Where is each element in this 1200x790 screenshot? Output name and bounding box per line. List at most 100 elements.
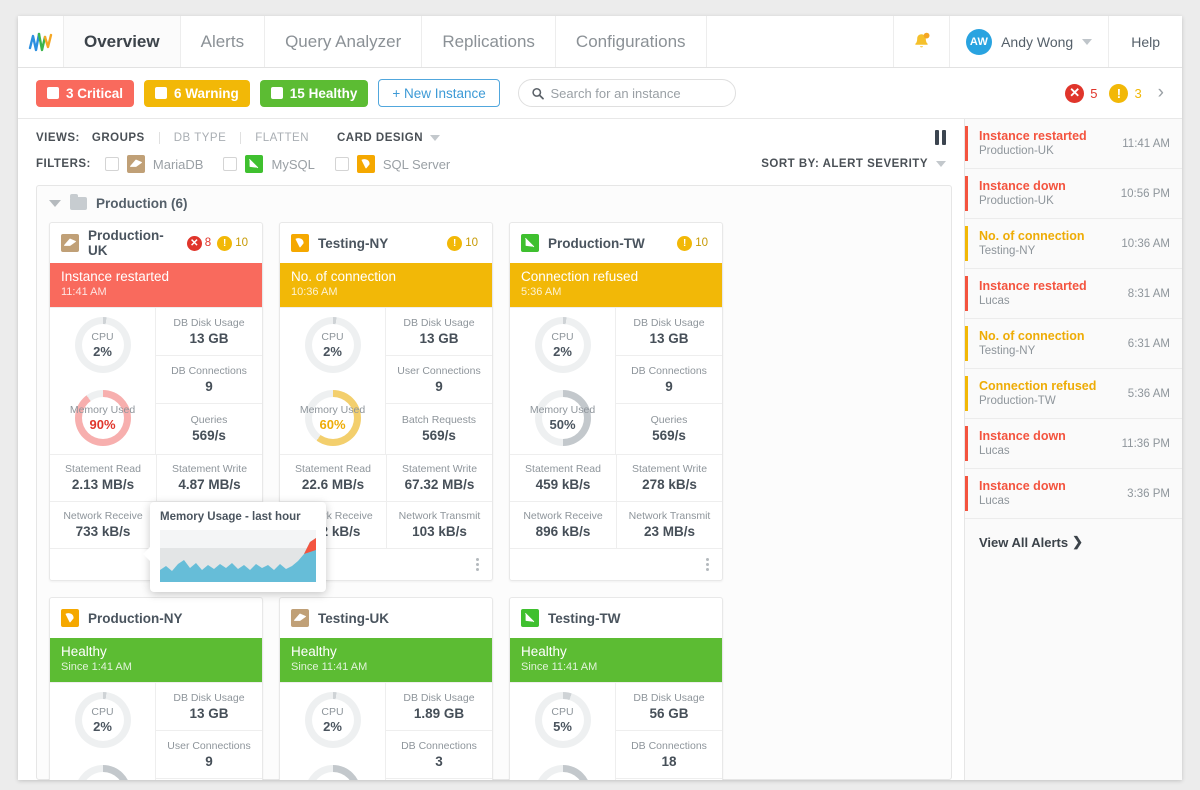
pill-checkbox[interactable] <box>47 87 59 99</box>
badge-count: 8 <box>205 237 211 249</box>
alert-item[interactable]: Connection refusedProduction-TW5:36 AM <box>965 369 1182 419</box>
filter-mysql[interactable]: MySQL <box>223 155 314 173</box>
alert-item[interactable]: Instance downProduction-UK10:56 PM <box>965 169 1182 219</box>
status-pill-healthy[interactable]: 15 Healthy <box>260 80 369 107</box>
views-item-db-type[interactable]: DB TYPE <box>160 132 242 144</box>
instance-card[interactable]: Production-TW!10Connection refused5:36 A… <box>509 222 723 581</box>
warning-badge-icon: ! <box>447 236 462 251</box>
kpi-value: 9 <box>435 378 443 395</box>
nav-tab-configurations[interactable]: Configurations <box>556 16 707 67</box>
card-metrics: CPU2%Memory Used60%DB Disk Usage13 GBUse… <box>280 307 492 454</box>
filters-row: FILTERS: MariaDBMySQLSQL Server SORT BY:… <box>18 145 964 185</box>
filter-maria[interactable]: MariaDB <box>105 155 204 173</box>
kpi-value: 13 GB <box>189 705 228 722</box>
metric-label: Statement Read <box>510 462 616 476</box>
card-status-banner[interactable]: Instance restarted11:41 AM <box>50 263 262 307</box>
kpi-label: DB Connections <box>171 364 247 378</box>
card-metrics: CPU2%Memory UsedDB Disk Usage1.89 GBDB C… <box>280 682 492 780</box>
nav-tab-label: Overview <box>84 32 160 52</box>
card-badges: !10 <box>447 236 481 251</box>
alert-time: 5:36 AM <box>1122 388 1170 400</box>
status-title: Connection refused <box>521 269 711 285</box>
card-status-banner[interactable]: No. of connection10:36 AM <box>280 263 492 307</box>
cards-scroll-area[interactable]: Production (6) Production-UK✕8!10Instanc… <box>18 185 964 780</box>
kpi-column: DB Disk Usage13 GBDB Connections9Queries… <box>156 308 262 454</box>
new-instance-button[interactable]: + New Instance <box>378 79 499 107</box>
metric-row: Network Receive896 kB/sNetwork Transmit2… <box>510 501 722 548</box>
alert-time: 3:36 PM <box>1121 488 1170 500</box>
alert-title: No. of connection <box>979 328 1122 344</box>
instance-card[interactable]: Production-NYHealthySince 1:41 AMCPU2%Me… <box>49 597 263 780</box>
user-name: Andy Wong <box>1001 34 1073 50</box>
alert-item[interactable]: No. of connectionTesting-NY6:31 AM <box>965 319 1182 369</box>
pill-checkbox[interactable] <box>271 87 283 99</box>
status-title: Healthy <box>291 644 481 660</box>
status-pill-critical[interactable]: 3 Critical <box>36 80 134 107</box>
filter-label: MariaDB <box>153 157 204 172</box>
top-navbar: Overview AlertsQuery AnalyzerReplications… <box>18 16 1182 68</box>
kpi-value: 1.89 GB <box>414 705 464 722</box>
alert-source: Lucas <box>979 444 1116 459</box>
sort-by-label: SORT BY: ALERT SEVERITY <box>761 158 928 170</box>
instance-card[interactable]: Testing-UKHealthySince 11:41 AMCPU2%Memo… <box>279 597 493 780</box>
status-pill-warning[interactable]: 6 Warning <box>144 80 250 107</box>
pause-button[interactable] <box>935 130 946 145</box>
card-status-banner[interactable]: HealthySince 11:41 AM <box>510 638 722 682</box>
maria-db-icon <box>127 155 145 173</box>
group-header[interactable]: Production (6) <box>49 196 939 211</box>
search-input[interactable] <box>551 86 722 101</box>
metric-value: 67.32 MB/s <box>387 476 492 493</box>
kpi-column: DB Disk Usage13 GBUser Connections9Batch… <box>386 308 492 454</box>
monyog-zigzag-logo-icon <box>28 31 54 53</box>
instance-card[interactable]: Testing-TWHealthySince 11:41 AMCPU5%Memo… <box>509 597 723 780</box>
gauge-value: 5% <box>551 719 573 734</box>
gauge-label: Memory Used <box>300 404 365 417</box>
filter-checkbox[interactable] <box>223 157 237 171</box>
card-title: Testing-NY <box>318 236 438 251</box>
filter-mssql[interactable]: SQL Server <box>335 155 450 173</box>
user-menu[interactable]: AW Andy Wong <box>950 16 1109 67</box>
alert-item[interactable]: Instance downLucas3:36 PM <box>965 469 1182 519</box>
chevron-right-icon[interactable]: › <box>1154 82 1164 104</box>
alert-item[interactable]: No. of connectionTesting-NY10:36 AM <box>965 219 1182 269</box>
filter-checkbox[interactable] <box>105 157 119 171</box>
metric-cell: Statement Read459 kB/s <box>510 455 616 501</box>
views-item-flatten[interactable]: FLATTEN <box>241 132 323 144</box>
badge-count: 10 <box>465 237 478 249</box>
card-design-dropdown[interactable]: CARD DESIGN <box>323 132 454 144</box>
views-label: VIEWS: <box>36 132 80 144</box>
status-title: No. of connection <box>291 269 481 285</box>
collapse-triangle-icon[interactable] <box>49 200 61 207</box>
gauge-label: CPU <box>321 331 343 344</box>
filter-label: MySQL <box>271 157 314 172</box>
nav-tab-alerts[interactable]: Alerts <box>181 16 265 67</box>
views-item-groups[interactable]: GROUPS <box>92 132 160 144</box>
notification-bell-button[interactable] <box>894 16 950 67</box>
nav-tab-overview[interactable]: Overview <box>64 16 181 67</box>
alert-item[interactable]: Instance downLucas11:36 PM <box>965 419 1182 469</box>
gauge-value: 2% <box>551 344 573 359</box>
nav-tab-query-analyzer[interactable]: Query Analyzer <box>265 16 422 67</box>
sort-by-dropdown[interactable]: SORT BY: ALERT SEVERITY <box>761 158 946 170</box>
alert-item[interactable]: Instance restartedLucas8:31 AM <box>965 269 1182 319</box>
alerts-sidebar: Instance restartedProduction-UK11:41 AMI… <box>964 119 1182 780</box>
card-status-banner[interactable]: HealthySince 1:41 AM <box>50 638 262 682</box>
alert-item[interactable]: Instance restartedProduction-UK11:41 AM <box>965 119 1182 169</box>
help-link[interactable]: Help <box>1109 16 1182 67</box>
status-title: Healthy <box>61 644 251 660</box>
view-all-alerts-link[interactable]: View All Alerts ❯ <box>965 519 1182 565</box>
filter-checkbox[interactable] <box>335 157 349 171</box>
card-menu-button[interactable] <box>476 558 479 571</box>
card-status-banner[interactable]: Connection refused5:36 AM <box>510 263 722 307</box>
gauge-label: Memory Used <box>70 404 135 417</box>
card-menu-button[interactable] <box>706 558 709 571</box>
pill-checkbox[interactable] <box>155 87 167 99</box>
metric-cell: Network Receive733 kB/s <box>50 502 156 548</box>
nav-tab-replications[interactable]: Replications <box>422 16 556 67</box>
app-logo[interactable] <box>18 16 64 67</box>
search-box[interactable] <box>518 79 736 107</box>
card-status-banner[interactable]: HealthySince 11:41 AM <box>280 638 492 682</box>
gauge-value: 90% <box>70 417 135 432</box>
memory-usage-tooltip: Memory Usage - last hour <box>150 502 326 592</box>
kpi-value: 18 <box>661 753 676 770</box>
